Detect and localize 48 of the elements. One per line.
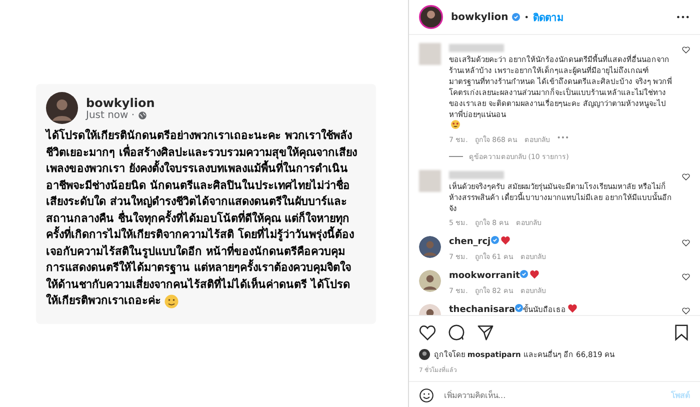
post-text-line: ให้ด้านชากับความเสี่ยงจากคนไร้สติที่ไม่ได้เห็นค่าดนตรี ได้โปรด (46, 276, 350, 292)
post-text-line: อาชีพจะมีช่างน้อยนิด นักดนตรีและศิลปินในประเทศไทยไม่ว่าชื่อ (46, 178, 350, 194)
star-eyes-face-icon (451, 120, 460, 129)
blurred-username (449, 44, 504, 52)
avatar-icon (419, 348, 430, 360)
post-text-line: เพลงของพวกเรา ยังคงตั้งใจบรรเลงบทเพลงแม้พื้นที่ในการดำเนิน (46, 161, 348, 178)
post-text-line: การแสดงดนตรีให้ได้มาตรฐาน แต่หลายๆครั้งเราต้องควบคุมจิตใจ (46, 260, 351, 276)
post-time: Just now · (86, 110, 135, 120)
emoji-icon[interactable] (419, 388, 434, 403)
separator: • (524, 12, 529, 22)
avatar-icon[interactable] (419, 236, 441, 258)
post-text-line: ชีวิตเยอะมากๆ เพื่อสร้างศิลปะและรวบรวมความสุขให้คุณจากเสียง (46, 144, 357, 160)
follow-link[interactable]: ติดตาม (533, 10, 564, 24)
username[interactable]: mookworranit (449, 271, 520, 281)
verified-icon (490, 236, 499, 244)
post-text-line: ครั้งที่เกิดการไม่ให้เกียรติจากความไร้สติ โดยที่ไม่รู้ว่าวันพรุ่งนี้ต้อง (46, 227, 354, 244)
post-text-line: ได้โปรดให้เกียรตินักดนตรีอย่างพวกเราเถอะนะคะ พวกเราใช้พลัง (46, 128, 352, 144)
username: bowkylion (86, 96, 155, 110)
blurred-username (449, 170, 504, 179)
like-icon[interactable] (419, 324, 436, 341)
like-icon[interactable] (682, 239, 690, 247)
like-icon[interactable] (682, 307, 690, 315)
username[interactable]: bowkylion (451, 12, 508, 22)
like-icon[interactable] (682, 46, 690, 54)
verified-icon (512, 13, 520, 21)
share-icon[interactable] (477, 324, 494, 341)
post-text-line: สถานกลางคืน ชื่นใจทุกครั้งที่ได้มอบโน้ตที่ดีให้คุณ แต่ก็ใจหายทุก (46, 210, 350, 226)
like-icon[interactable] (682, 273, 690, 281)
more-button[interactable]: ••• (676, 12, 690, 22)
avatar-icon[interactable] (419, 5, 443, 29)
comment-field[interactable]: เพิ่มความคิดเห็น... (442, 390, 663, 401)
post-text-line: เจอกับความไร้สติในรูปแบบใดอีก หน้าที่ของนักดนตรีคือควบคุม (46, 244, 345, 258)
heart-icon (530, 270, 539, 279)
verified-icon (520, 270, 528, 278)
bookmark-icon[interactable] (673, 324, 690, 341)
verified-icon (515, 304, 524, 312)
comment-icon[interactable] (448, 324, 465, 341)
avatar-icon (46, 92, 78, 124)
post-text-line: ให้เกียรติพวกเราเถอะค่ะ (46, 293, 161, 309)
smiley-icon (164, 294, 179, 309)
heart-icon (568, 304, 578, 313)
globe-icon (138, 110, 147, 120)
avatar-icon[interactable] (419, 270, 441, 292)
username[interactable]: thechanisara (449, 305, 516, 315)
heart-icon (500, 236, 510, 245)
like-icon[interactable] (682, 173, 690, 181)
username[interactable]: chen_rcj (449, 237, 491, 247)
post-text-line: เสียงระดับใด ส่วนใหญ่ดำรงชีวิตได้จากแสดงดนตรีในผับบาร์และ (46, 194, 347, 210)
